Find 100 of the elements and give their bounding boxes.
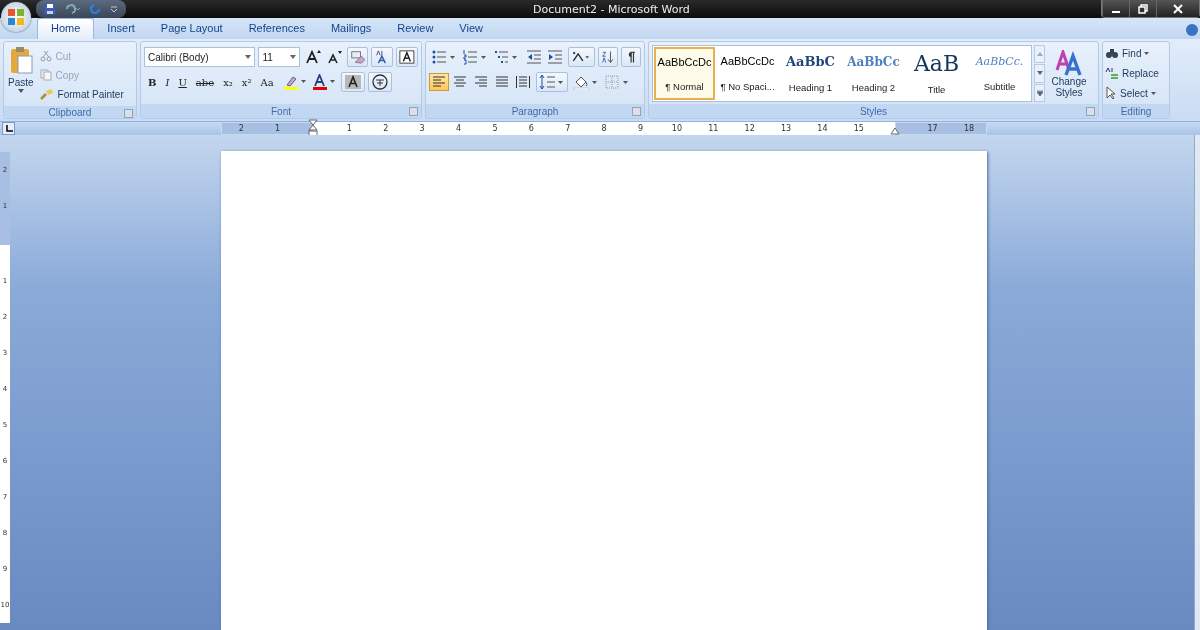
- align-button[interactable]: [513, 73, 533, 91]
- ribbon-tab[interactable]: Insert: [94, 19, 148, 39]
- more-button[interactable]: [1034, 83, 1045, 102]
- ruler-number: 12: [743, 124, 756, 133]
- ruler-number: 3: [418, 124, 426, 133]
- ribbon-tab[interactable]: View: [446, 19, 496, 39]
- ribbon-tab[interactable]: Home: [37, 18, 95, 39]
- enclose-characters-icon[interactable]: [367, 72, 392, 92]
- up-arrow-icon: [1036, 52, 1043, 57]
- ribbon-tab[interactable]: References: [235, 19, 318, 39]
- format-button[interactable]: U: [174, 73, 191, 91]
- style-item[interactable]: AaBbCc. Subtitle: [969, 47, 1030, 100]
- group-label: Editing: [1120, 105, 1152, 117]
- office-logo-icon: [7, 8, 25, 26]
- alignment-icon: [495, 76, 509, 88]
- down-arrow-icon: [1036, 71, 1043, 76]
- style-item[interactable]: AaBbCcDc ¶ No Spaci...: [717, 47, 778, 100]
- character-shading-icon[interactable]: [340, 72, 365, 92]
- increase-indent-icon[interactable]: [545, 48, 565, 66]
- alignment-icon: [432, 76, 446, 88]
- change-styles-button[interactable]: Change Styles: [1047, 45, 1091, 102]
- ruler-number: 13: [779, 124, 793, 133]
- font-name-field[interactable]: Calibri (Body): [144, 47, 256, 67]
- format-button[interactable]: x₂: [219, 73, 237, 91]
- format-button[interactable]: B: [144, 73, 161, 91]
- ruler-number: 8: [600, 124, 608, 133]
- group-label: Clipboard: [48, 106, 92, 118]
- ruler-number: 6: [527, 124, 535, 133]
- copy-icon: [39, 69, 52, 81]
- window-title: Document2 - Microsoft Word: [533, 2, 690, 16]
- tab-stop-icon: [4, 124, 13, 133]
- caret-icon: [289, 55, 296, 59]
- ruler-number: 1: [274, 124, 282, 133]
- customize-icon[interactable]: [110, 5, 118, 13]
- alignment-icon: [453, 76, 467, 88]
- group-label: Paragraph: [511, 105, 559, 117]
- save-icon[interactable]: [44, 3, 56, 15]
- ruler-number: 2: [237, 124, 245, 133]
- editing-button[interactable]: Replace: [1105, 65, 1167, 81]
- binoculars-icon: [1105, 47, 1119, 59]
- tab-selector[interactable]: [2, 122, 15, 135]
- format-button[interactable]: x²: [237, 73, 256, 91]
- sort-icon[interactable]: [597, 47, 618, 67]
- scrollbar[interactable]: [1194, 135, 1200, 630]
- caret-icon: [17, 89, 24, 93]
- character-border-icon[interactable]: [396, 47, 418, 67]
- format-button[interactable]: Aa: [256, 73, 278, 91]
- ribbon-tab[interactable]: Mailings: [317, 19, 385, 39]
- restore-button[interactable]: [1129, 0, 1156, 17]
- format-button[interactable]: abe: [191, 73, 219, 91]
- alignment-icon: [516, 76, 530, 88]
- decrease-indent-icon[interactable]: [524, 48, 544, 66]
- ruler-number: 10: [670, 124, 683, 133]
- undo-icon[interactable]: [64, 3, 82, 15]
- ruler-number: 1: [345, 124, 353, 133]
- group-label: Font: [271, 105, 291, 117]
- editing-button[interactable]: Select: [1105, 85, 1167, 101]
- ruler-number: 2: [382, 124, 390, 133]
- indent-marker[interactable]: [308, 119, 318, 137]
- ribbon-tab[interactable]: Review: [384, 19, 447, 39]
- ruler-number: 4: [455, 124, 463, 133]
- ruler-number: 7: [564, 124, 572, 133]
- replace-icon: [1105, 67, 1119, 79]
- office-button[interactable]: [1, 2, 31, 32]
- clipboard-icon: [8, 46, 33, 76]
- style-item[interactable]: AaBbC Heading 1: [780, 47, 841, 100]
- letters-icon: [1055, 49, 1083, 76]
- ruler-number: 17: [926, 124, 939, 133]
- alignment-icon: [474, 76, 488, 88]
- group-label: Styles: [859, 105, 888, 117]
- minimize-icon: [1112, 10, 1120, 13]
- ruler-number: 14: [816, 124, 829, 133]
- scissors-icon: [39, 50, 52, 62]
- ruler-number: 11: [707, 124, 720, 133]
- restore-icon: [1138, 3, 1148, 14]
- style-item[interactable]: AaB Title: [906, 47, 967, 100]
- caret-icon: [245, 55, 252, 59]
- ribbon-tab[interactable]: Page Layout: [147, 19, 236, 39]
- ruler-number: 9: [636, 124, 645, 133]
- ruler-number: 5: [491, 124, 499, 133]
- editing-button[interactable]: Find: [1105, 45, 1167, 61]
- font-size-field[interactable]: 11: [258, 47, 300, 67]
- pilcrow-icon[interactable]: [620, 47, 641, 67]
- pointer-icon: [1105, 86, 1117, 100]
- ruler-number: 15: [852, 124, 865, 133]
- brush-icon: [39, 88, 54, 100]
- scroll-down-button[interactable]: [1034, 64, 1045, 83]
- ruler-number: 18: [962, 124, 976, 133]
- style-item[interactable]: AaBbCc Heading 2: [843, 47, 904, 100]
- style-item[interactable]: AaBbCcDc ¶ Normal: [654, 47, 715, 100]
- format-button[interactable]: I: [161, 73, 174, 91]
- close-icon: [1173, 3, 1183, 14]
- close-button[interactable]: [1156, 0, 1199, 17]
- clipboard-button[interactable]: Format Painter: [39, 86, 124, 102]
- paste-button[interactable]: Paste: [6, 46, 36, 102]
- more-icon: [1036, 89, 1043, 96]
- minimize-button[interactable]: [1102, 0, 1129, 17]
- text-direction-icon[interactable]: [568, 47, 595, 67]
- phonetic-guide-icon[interactable]: [371, 47, 394, 67]
- line-spacing-icon[interactable]: [536, 72, 568, 92]
